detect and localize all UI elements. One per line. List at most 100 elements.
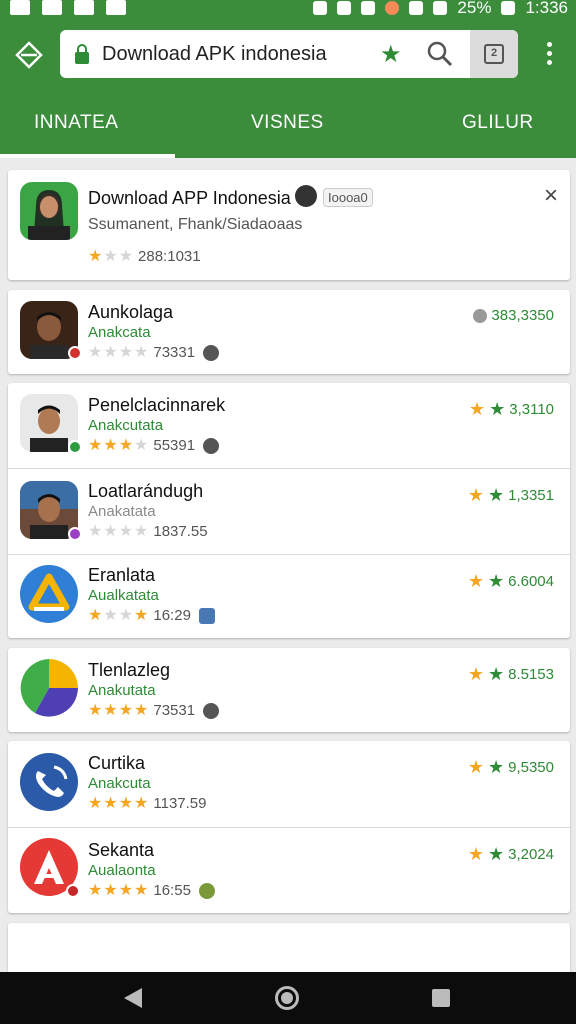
category-tabs: INNATEA VISNES GLILUR (0, 90, 576, 158)
app-badge-icon (66, 884, 80, 898)
app-icon (20, 659, 78, 717)
wifi-icon (409, 1, 424, 15)
search-icon[interactable] (426, 40, 454, 68)
app-meta-value: 6.6004 (508, 573, 554, 590)
app-card: Penelclacinnarek Anakcutata ★★★★ 55391 ★ ★… (8, 383, 570, 638)
star-icon: ★ (487, 485, 505, 505)
app-meta: ★ ★ 1,3351 (468, 485, 554, 506)
app-card: Aunkolaga Anakcata ★★★★ 73331 383,3350 (8, 290, 570, 374)
app-title: Loatlarándugh (88, 481, 204, 501)
star-icon: ★ (467, 485, 484, 505)
app-rating: ★★★★ 55391 (88, 435, 220, 455)
app-rating: ★★★★ 1837.55 (88, 523, 208, 540)
rating-count: 73531 (153, 702, 196, 719)
app-meta-value: 9,5350 (508, 759, 554, 776)
list-item[interactable]: Curtika Anakcuta ★★★★ 1137.59 ★ ★ 9,5350 (8, 741, 570, 827)
app-title: Aunkolaga (88, 302, 174, 322)
vibrate-icon (337, 1, 352, 15)
app-subtitle: Aualkatata (88, 587, 159, 604)
app-meta-value: 1,3351 (508, 487, 554, 504)
featured-avatar (295, 185, 317, 207)
tab-innatea[interactable]: INNATEA (34, 112, 118, 134)
list-item[interactable]: Aunkolaga Anakcata ★★★★ 73331 383,3350 (8, 290, 570, 374)
app-meta: 383,3350 (473, 307, 554, 324)
home-button-icon[interactable] (275, 986, 299, 1010)
featured-card[interactable]: Download APP Indonesia Ioooa0 × Ssumanen… (8, 170, 570, 280)
app-rating: ★★★★ 73331 (88, 342, 220, 362)
home-icon[interactable] (14, 40, 44, 70)
app-card: Tlenlazleg Anakutata ★★★★ 73531 ★ ★ 8.5153 (8, 648, 570, 732)
rating-count: 16:29 (153, 607, 191, 624)
app-card: Curtika Anakcuta ★★★★ 1137.59 ★ ★ 9,5350 S… (8, 741, 570, 913)
app-meta: ★ ★ 3,3110 (469, 399, 554, 420)
star-icon: ★ (487, 571, 505, 591)
app-subtitle: Anakatata (88, 503, 156, 520)
active-tab-indicator (0, 154, 175, 158)
url-bar[interactable]: Download APK indonesia ★ 2 (60, 30, 518, 78)
app-subtitle: Anakutata (88, 682, 156, 699)
list-item[interactable]: Eranlata Aualkatata ★★★★ 16:29 ★ ★ 6.6004 (8, 555, 570, 638)
app-rating: ★★★★ 1137.59 (88, 795, 207, 812)
app-title: Sekanta (88, 840, 155, 860)
back-icon[interactable] (124, 988, 142, 1008)
notification-icons (10, 0, 126, 15)
app-rating: ★★★★ 16:55 (88, 880, 215, 900)
featured-rating: ★★★ 288:1031 (88, 248, 201, 265)
app-meta: ★ ★ 6.6004 (468, 571, 554, 592)
overflow-menu-icon[interactable] (540, 42, 558, 68)
tab-count: 2 (484, 44, 504, 64)
app-icon (20, 565, 78, 623)
featured-chip: Ioooa0 (323, 188, 373, 207)
app-icon (20, 753, 78, 811)
app-subtitle: Anakcata (88, 324, 151, 341)
star-icon: ★ (467, 757, 484, 777)
url-text[interactable]: Download APK indonesia (102, 43, 327, 66)
app-badge-icon (68, 527, 82, 541)
star-icon: ★ (467, 664, 484, 684)
star-icon: ★ (467, 844, 484, 864)
mute-icon (313, 1, 328, 15)
list-item[interactable]: Tlenlazleg Anakutata ★★★★ 73531 ★ ★ 8.5153 (8, 648, 570, 732)
app-title: Curtika (88, 753, 146, 773)
featured-subtitle: Ssumanent, Fhank/Siadaoaas (88, 216, 303, 233)
close-icon[interactable]: × (544, 182, 558, 210)
rating-count: 1837.55 (153, 523, 208, 540)
rating-count: 55391 (153, 437, 196, 454)
star-icon: ★ (487, 664, 505, 684)
system-nav-bar (0, 972, 576, 1024)
platform-icon (203, 437, 220, 454)
featured-rating-count: 288:1031 (138, 248, 201, 265)
platform-icon (203, 344, 220, 361)
app-notification-icon (385, 1, 400, 15)
lock-icon (75, 44, 89, 64)
featured-app-icon (20, 182, 78, 240)
app-meta-value: 3,3110 (509, 401, 554, 418)
platform-icon (198, 607, 215, 624)
rating-count: 16:55 (153, 882, 191, 899)
app-meta: ★ ★ 3,2024 (468, 844, 554, 865)
platform-icon (198, 882, 215, 899)
app-meta-value: 3,2024 (508, 846, 554, 863)
app-subtitle: Anakcuta (88, 775, 151, 792)
bookmark-star-icon[interactable]: ★ (380, 40, 402, 69)
list-item[interactable]: Penelclacinnarek Anakcutata ★★★★ 55391 ★ ★… (8, 383, 570, 468)
app-badge-icon (68, 440, 82, 454)
tab-visnes[interactable]: VISNES (251, 112, 324, 134)
status-bar: 25% 1:336 (0, 0, 576, 18)
list-item[interactable]: Sekanta Aualaonta ★★★★ 16:55 ★ ★ 3,2024 (8, 828, 570, 913)
list-item[interactable]: Loatlarándugh Anakatata ★★★★ 1837.55 ★ ★ 1… (8, 469, 570, 554)
tab-switcher-button[interactable]: 2 (470, 30, 518, 78)
download-icon (106, 0, 126, 15)
rating-count: 1137.59 (153, 795, 207, 812)
tab-glilur[interactable]: GLILUR (462, 112, 534, 134)
sync-icon (42, 0, 62, 15)
battery-percent: 25% (457, 0, 492, 17)
star-icon: ★ (487, 844, 505, 864)
app-meta: ★ ★ 9,5350 (468, 757, 554, 778)
browser-toolbar: Download APK indonesia ★ 2 (0, 18, 576, 90)
star-icon: ★ (468, 399, 486, 419)
recents-icon[interactable] (432, 989, 450, 1007)
signal-icon (433, 1, 448, 15)
star-icon: ★ (487, 757, 505, 777)
clock: 1:336 (525, 0, 568, 17)
